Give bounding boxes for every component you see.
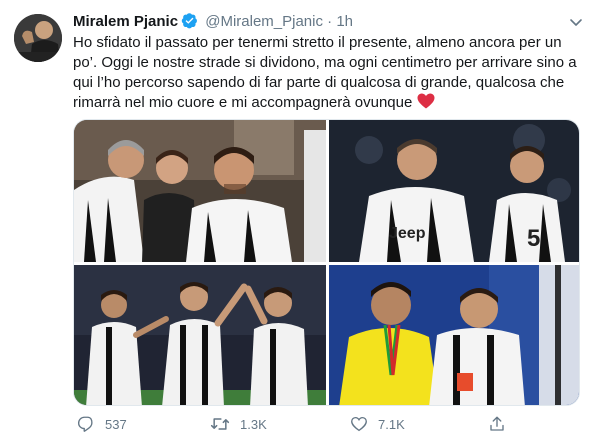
reply-count: 537 xyxy=(105,416,127,432)
retweet-count: 1.3K xyxy=(240,416,267,432)
retweet-button[interactable]: 1.3K xyxy=(210,414,267,434)
tweet-time[interactable]: 1h xyxy=(336,13,353,30)
like-button[interactable]: 7.1K xyxy=(350,414,405,434)
photo-1[interactable] xyxy=(74,120,326,262)
retweet-icon xyxy=(210,418,230,430)
like-icon xyxy=(351,416,367,432)
avatar[interactable] xyxy=(14,14,62,62)
red-heart-icon xyxy=(417,93,435,115)
chevron-down-icon[interactable] xyxy=(568,14,584,30)
separator-dot: · xyxy=(327,13,333,30)
tweet-body: Ho sfidato il passato per tenermi strett… xyxy=(73,34,577,111)
tweet-text: Ho sfidato il passato per tenermi strett… xyxy=(73,33,588,115)
author-name[interactable]: Miralem Pjanic xyxy=(73,13,178,30)
photo-3[interactable] xyxy=(74,265,326,405)
tweet-actions: 537 1.3K 7.1K xyxy=(73,414,573,434)
verified-badge-icon xyxy=(181,12,198,35)
share-icon xyxy=(490,416,504,431)
media-grid: Jeep 5 xyxy=(73,119,580,406)
shirt-number: 5 xyxy=(527,225,540,252)
author-handle[interactable]: @Miralem_Pjanic xyxy=(205,13,323,30)
like-count: 7.1K xyxy=(378,416,405,432)
avatar-image xyxy=(14,14,62,62)
tweet[interactable]: Miralem Pjanic @Miralem_Pjanic · 1h Ho s… xyxy=(0,0,598,439)
reply-button[interactable]: 537 xyxy=(77,414,127,434)
photo-4[interactable] xyxy=(329,265,579,405)
tweet-header: Miralem Pjanic @Miralem_Pjanic · 1h xyxy=(73,12,568,32)
reply-icon xyxy=(77,416,93,432)
photo-2[interactable]: Jeep 5 xyxy=(329,120,579,262)
share-button[interactable] xyxy=(488,414,516,434)
jeep-logo-text: Jeep xyxy=(389,225,426,242)
